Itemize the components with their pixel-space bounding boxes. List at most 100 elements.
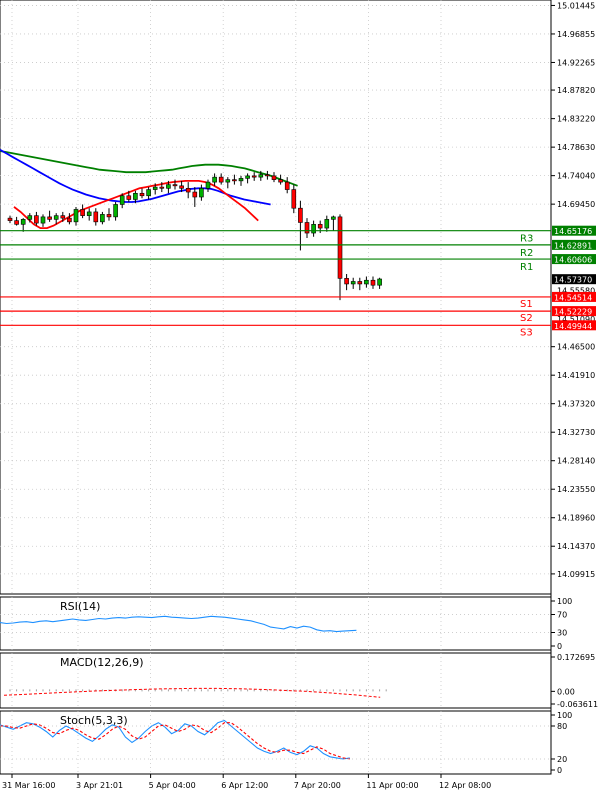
macd-tick-label: 0.00 — [557, 687, 575, 696]
candle-body — [139, 192, 145, 197]
stoch-tick-label: 100 — [557, 711, 572, 720]
candle-body — [350, 281, 356, 285]
candle-body — [73, 209, 79, 223]
candle-body — [119, 195, 125, 205]
price-tick-label: 14.23550 — [557, 485, 595, 494]
candle-body — [133, 192, 138, 200]
candle-body — [60, 215, 66, 219]
candle-body — [113, 204, 118, 218]
price-tick-label: 14.96855 — [557, 30, 595, 39]
time-tick-label: 6 Apr 12:00 — [221, 781, 268, 790]
current-price-label: 14.57370 — [554, 276, 592, 285]
candle-body — [271, 175, 277, 180]
candle-body — [238, 178, 244, 182]
candle-body — [337, 216, 343, 279]
candle-body — [80, 209, 85, 216]
candle-body — [7, 217, 13, 221]
candle-body — [258, 174, 264, 178]
time-tick-label: 31 Mar 16:00 — [2, 781, 55, 790]
candle-body — [14, 220, 19, 225]
candle-body — [304, 222, 310, 234]
rsi-tick-label: 0 — [557, 642, 562, 651]
price-tick-label: 14.18960 — [557, 514, 595, 523]
candle-body — [331, 216, 336, 220]
level-price-label: 14.52229 — [554, 308, 592, 317]
macd-tick-label: 0.172695 — [557, 653, 595, 662]
candle-body — [317, 224, 323, 229]
level-name-s2: S2 — [520, 313, 533, 324]
candle-body — [377, 278, 382, 286]
rsi-tick-label: 100 — [557, 597, 572, 606]
level-price-label: 14.54514 — [554, 293, 592, 302]
price-tick-label: 14.09915 — [557, 570, 595, 579]
candle-body — [159, 186, 165, 189]
level-price-label: 14.65176 — [554, 227, 592, 236]
candle-body — [324, 219, 330, 229]
price-tick-label: 14.74040 — [557, 172, 595, 181]
stoch-tick-label: 20 — [557, 755, 567, 764]
candle-body — [86, 211, 92, 216]
chart-window: 15.01445 14.96855 14.92265 14.87820 14.83220… — [0, 0, 600, 796]
candle-body — [126, 195, 132, 200]
candle-body — [20, 219, 26, 225]
macd-title: MACD(12,26,9) — [60, 656, 144, 669]
rsi-tick-label: 30 — [557, 629, 567, 638]
time-tick-label: 7 Apr 20:00 — [294, 781, 341, 790]
price-tick-label: 14.14370 — [557, 542, 595, 551]
rsi-title: RSI(14) — [60, 600, 100, 613]
level-price-label: 14.60606 — [554, 256, 592, 265]
candle-body — [185, 188, 191, 193]
candle-body — [100, 214, 105, 223]
candle-body — [344, 278, 349, 285]
level-name-r2: R2 — [520, 248, 533, 259]
level-name-r1: R1 — [520, 262, 533, 273]
candle-body — [225, 179, 231, 183]
candle-body — [34, 215, 39, 224]
stoch-tick-label: 0 — [557, 766, 562, 775]
macd-tick-label: -0.063611 — [557, 700, 598, 709]
candle-body — [205, 181, 211, 189]
candle-body — [212, 176, 217, 183]
level-name-s3: S3 — [520, 327, 533, 338]
candle-body — [192, 191, 198, 198]
candle-body — [364, 279, 369, 285]
candle-body — [67, 217, 72, 223]
candle-body — [298, 207, 303, 223]
candle-body — [218, 176, 224, 183]
price-tick-label: 14.69450 — [557, 200, 595, 209]
time-tick-label: 11 Apr 00:00 — [366, 781, 418, 790]
price-tick-label: 14.41910 — [557, 371, 595, 380]
price-tick-label: 14.28140 — [557, 457, 595, 466]
candle-body — [27, 215, 33, 220]
price-tick-label: 14.78630 — [557, 143, 595, 152]
chart-canvas: 15.01445 14.96855 14.92265 14.87820 14.83220… — [0, 0, 598, 790]
candle-body — [357, 281, 363, 285]
time-tick-label: 12 Apr 08:00 — [439, 781, 491, 790]
price-tick-label: 14.92265 — [557, 58, 595, 67]
candle-body — [106, 214, 112, 218]
level-price-label: 14.62891 — [554, 241, 592, 250]
candle-body — [179, 185, 184, 189]
candle-body — [245, 175, 250, 179]
price-tick-label: 14.37320 — [557, 400, 595, 409]
price-tick-label: 15.01445 — [557, 1, 595, 10]
candle-body — [40, 216, 46, 224]
candle-body — [370, 279, 376, 286]
candle-body — [251, 175, 257, 178]
level-name-r3: R3 — [520, 234, 533, 245]
candle-body — [311, 224, 316, 234]
candle-body — [93, 211, 99, 223]
time-tick-label: 3 Apr 21:01 — [76, 781, 123, 790]
candle-body — [284, 181, 290, 190]
price-tick-label: 14.46500 — [557, 343, 595, 352]
candle-body — [166, 184, 171, 189]
price-tick-label: 14.32730 — [557, 428, 595, 437]
price-tick-label: 14.87820 — [557, 86, 595, 95]
candle-body — [232, 179, 237, 182]
level-name-s1: S1 — [520, 299, 533, 310]
rsi-tick-label: 70 — [557, 611, 567, 620]
candle-body — [146, 189, 151, 197]
time-tick-label: 5 Apr 04:00 — [149, 781, 196, 790]
candle-body — [291, 189, 297, 209]
stoch-title: Stoch(5,3,3) — [60, 714, 128, 727]
